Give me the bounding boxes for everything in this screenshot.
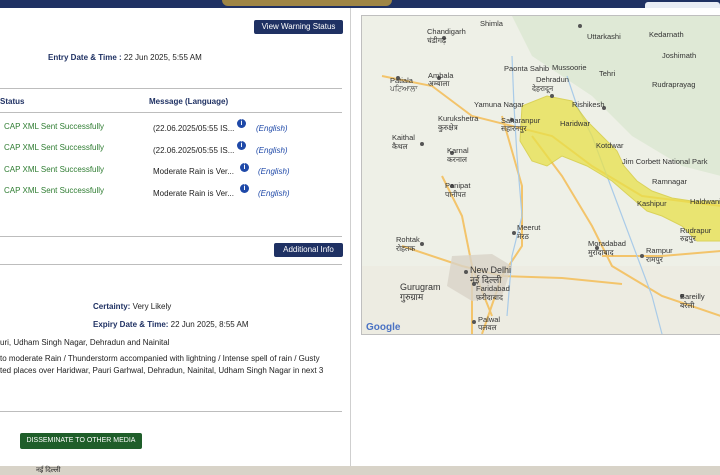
message-cell: (22.06.2025/05:55 IS... — [153, 146, 235, 155]
message-column-header: Message (Language) — [149, 97, 229, 106]
entry-datetime-value: 22 Jun 2025, 5:55 AM — [123, 53, 202, 62]
map-label: Rudraprayag — [652, 80, 695, 89]
map-label: Kotdwar — [596, 141, 624, 150]
header-tab[interactable] — [645, 2, 720, 8]
map-label: Kaithal — [392, 133, 415, 142]
map-label: Haridwar — [560, 119, 591, 128]
entry-datetime-label: Entry Date & Time : — [48, 53, 122, 62]
disseminate-button[interactable]: DISSEMINATE TO OTHER MEDIA — [20, 433, 142, 449]
info-icon[interactable]: i — [240, 184, 249, 193]
warning-map[interactable]: Chandigarh चंडीगढ़ Shimla Uttarkashi Ked… — [361, 15, 720, 335]
certainty-label: Certainty: — [93, 302, 131, 311]
expiry-value: 22 Jun 2025, 8:55 AM — [170, 320, 249, 329]
divider — [0, 264, 342, 265]
bottom-map-strip: नई दिल्ली — [0, 466, 720, 475]
status-cell: CAP XML Sent Successfully — [4, 186, 105, 195]
map-label: चंडीगढ़ — [427, 36, 447, 45]
map-label: बरेली — [680, 301, 695, 310]
map-label: Rohtak — [396, 235, 420, 244]
map-label: रुद्रपुर — [680, 234, 697, 244]
map-label: Meerut — [517, 223, 541, 232]
map-label: Uttarkashi — [587, 32, 621, 41]
view-warning-status-button[interactable]: View Warning Status — [254, 20, 343, 34]
map-label: Rampur — [646, 246, 673, 255]
map-label: Kurukshetra — [438, 114, 479, 123]
map-label: पानीपत — [445, 190, 467, 199]
language-link[interactable]: (English) — [258, 189, 290, 198]
info-icon[interactable]: i — [237, 119, 246, 128]
map-label: Chandigarh — [427, 27, 466, 36]
map-label: Moradabad — [588, 239, 626, 248]
info-icon[interactable]: i — [240, 163, 249, 172]
divider — [0, 112, 342, 113]
map-label: New Delhi — [470, 265, 511, 275]
map-label: Dehradun — [536, 75, 569, 84]
map-label: करनाल — [447, 155, 468, 164]
status-column-header: Status — [0, 97, 25, 106]
area-text: uri, Udham Singh Nagar, Dehradun and Nai… — [0, 338, 170, 347]
expiry-datetime: Expiry Date & Time: 22 Jun 2025, 8:55 AM — [93, 320, 249, 329]
map-label: सहारनपुर — [501, 124, 527, 134]
header-accent — [222, 0, 392, 6]
map-label: कुरुक्षेत्र — [438, 123, 459, 133]
map-label: मेरठ — [517, 232, 530, 241]
map-label: Tehri — [599, 69, 616, 78]
map-canvas[interactable]: Chandigarh चंडीगढ़ Shimla Uttarkashi Ked… — [362, 16, 720, 334]
description-line: ted places over Haridwar, Pauri Garhwal,… — [0, 366, 324, 375]
additional-info-button[interactable]: Additional Info — [274, 243, 343, 257]
map-label: Rishikesh — [572, 100, 605, 109]
map-label: Karnal — [447, 146, 469, 155]
map-label: Kashipur — [637, 199, 667, 208]
map-label: Gurugram — [400, 282, 441, 292]
map-label: देहरादून — [532, 84, 554, 94]
message-cell: (22.06.2025/05:55 IS... — [153, 124, 235, 133]
map-label: पलवल — [478, 323, 498, 332]
map-label: मुरादाबाद — [588, 248, 615, 258]
warning-detail-panel: View Warning Status Entry Date & Time : … — [0, 8, 351, 466]
status-cell: CAP XML Sent Successfully — [4, 143, 105, 152]
map-label: Mussoorie — [552, 63, 587, 72]
description-line: to moderate Rain / Thunderstorm accompan… — [0, 354, 320, 363]
map-label: Joshimath — [662, 51, 696, 60]
map-label: रोहतक — [396, 244, 415, 253]
map-label: Haldwani — [690, 197, 720, 206]
expiry-label: Expiry Date & Time: — [93, 320, 169, 329]
bottom-map-label: नई दिल्ली — [36, 467, 61, 474]
map-label: Faridabad — [476, 284, 510, 293]
certainty: Certainty: Very Likely — [93, 302, 171, 311]
map-label: Paonta Sahib — [504, 64, 549, 73]
google-logo: Google — [366, 322, 401, 333]
language-link[interactable]: (English) — [256, 146, 288, 155]
map-label: ਪਟਿਆਲਾ — [389, 84, 418, 93]
map-label: Shimla — [480, 19, 504, 28]
language-link[interactable]: (English) — [256, 124, 288, 133]
status-cell: CAP XML Sent Successfully — [4, 122, 105, 131]
entry-datetime: Entry Date & Time : 22 Jun 2025, 5:55 AM — [48, 53, 202, 62]
top-header-bar — [0, 0, 720, 8]
map-label: रामपुर — [646, 255, 664, 265]
map-label: Ramnagar — [652, 177, 688, 186]
message-cell: Moderate Rain is Ver... — [153, 167, 234, 176]
map-label: फ़रीदाबाद — [476, 293, 504, 302]
status-cell: CAP XML Sent Successfully — [4, 165, 105, 174]
divider — [0, 411, 342, 412]
map-label: Yamuna Nagar — [474, 100, 524, 109]
map-label: Kedarnath — [649, 30, 684, 39]
divider — [0, 236, 342, 237]
info-icon[interactable]: i — [237, 141, 246, 150]
map-label: Panipat — [445, 181, 471, 190]
map-label: Jim Corbett National Park — [622, 157, 708, 166]
map-label: अम्बाला — [428, 79, 450, 88]
map-label: Bareilly — [680, 292, 705, 301]
divider — [0, 88, 342, 89]
map-label: कैथल — [392, 142, 409, 151]
map-label: गुरुग्राम — [400, 292, 424, 303]
message-cell: Moderate Rain is Ver... — [153, 189, 234, 198]
language-link[interactable]: (English) — [258, 167, 290, 176]
certainty-value: Very Likely — [132, 302, 172, 311]
